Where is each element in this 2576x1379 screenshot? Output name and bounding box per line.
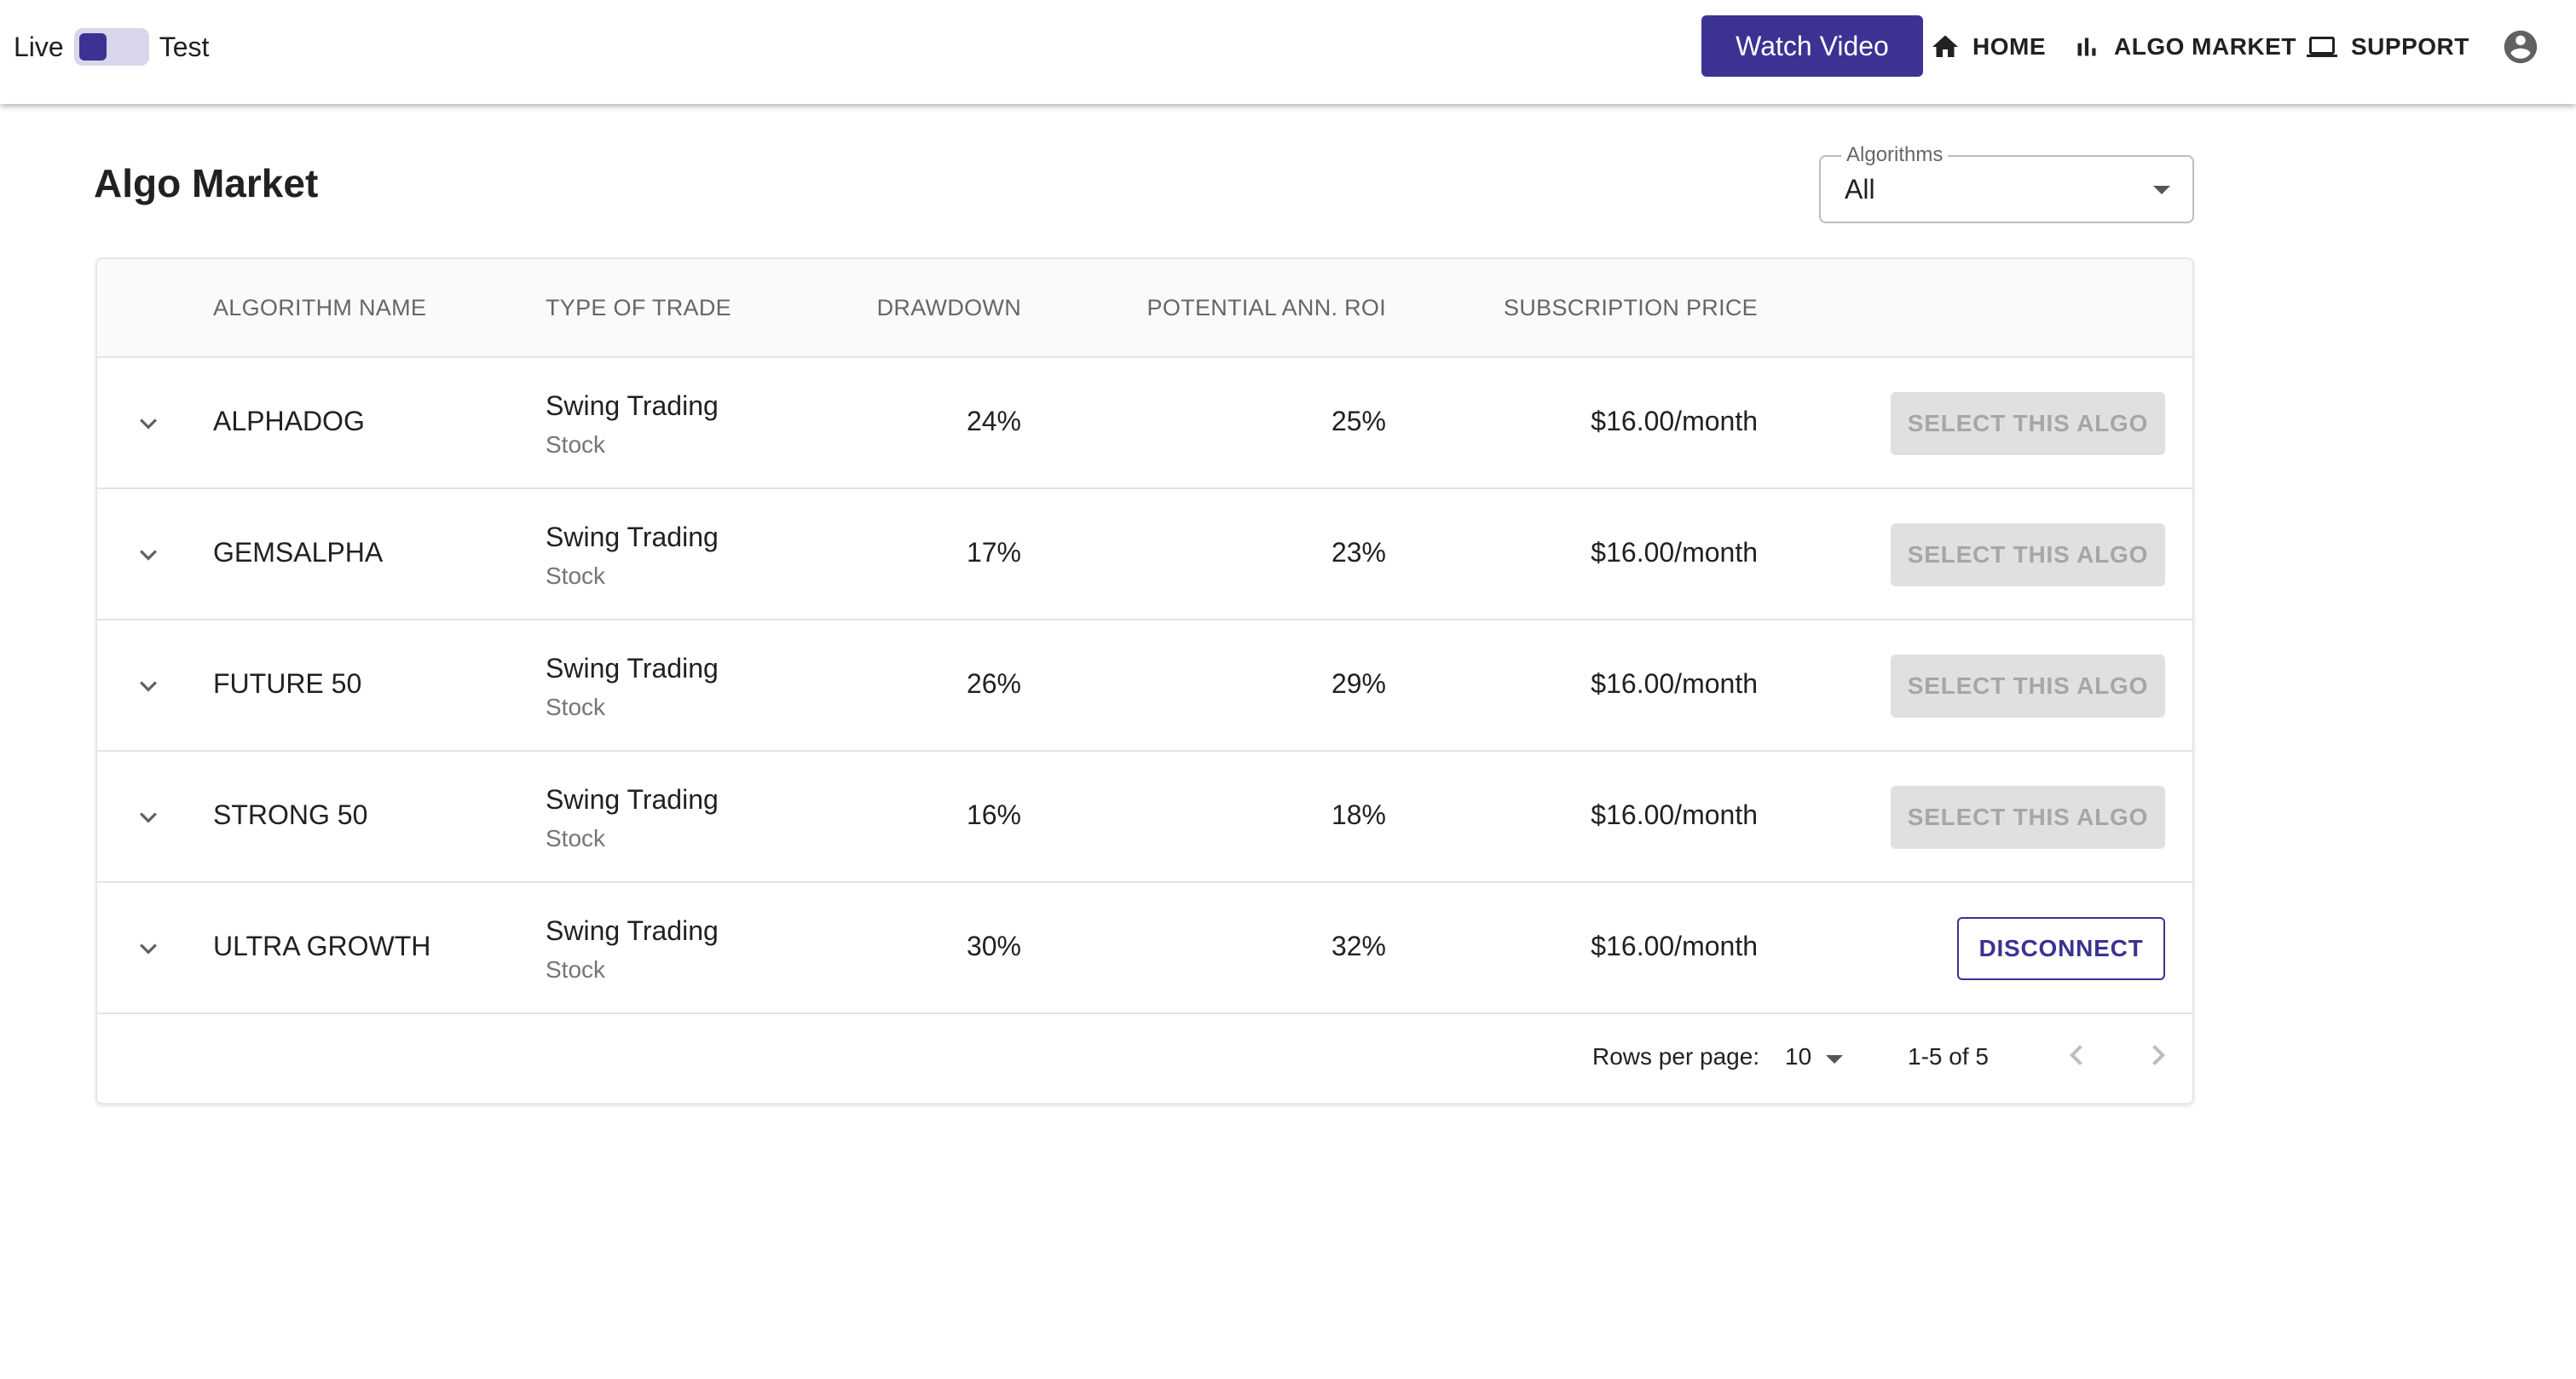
table-row: ULTRA GROWTH Swing Trading Stock 30% 32%… [97, 883, 2192, 1014]
nav-algo-market-label: ALGO MARKET [2114, 33, 2296, 60]
trade-type: Swing Trading [546, 784, 719, 815]
watch-video-button[interactable]: Watch Video [1701, 15, 1923, 77]
test-label: Test [159, 31, 210, 62]
table-header: ALGORITHM NAME TYPE OF TRADE DRAWDOWN PO… [97, 259, 2192, 358]
trade-type: Swing Trading [546, 915, 719, 946]
drawdown-value: 16% [966, 799, 1021, 830]
table-row: STRONG 50 Swing Trading Stock 16% 18% $1… [97, 752, 2192, 883]
drawdown-value: 24% [966, 406, 1021, 436]
nav-home[interactable]: HOME [1930, 26, 2046, 68]
algorithm-name: FUTURE 50 [213, 668, 362, 699]
account-circle-icon[interactable] [2501, 27, 2540, 66]
page-title: Algo Market [94, 161, 319, 205]
asset-class: Stock [546, 825, 606, 851]
roi-value: 23% [1331, 537, 1386, 568]
chevron-down-icon[interactable] [131, 538, 165, 572]
trade-type: Swing Trading [546, 390, 719, 421]
asset-class: Stock [546, 956, 606, 983]
algorithm-name: ULTRA GROWTH [213, 931, 431, 961]
chevron-down-icon[interactable] [131, 932, 165, 966]
chevron-down-icon[interactable] [131, 800, 165, 834]
asset-class: Stock [546, 563, 606, 589]
asset-class: Stock [546, 694, 606, 720]
trade-type: Swing Trading [546, 653, 719, 684]
nav-algo-market[interactable]: ALGO MARKET [2071, 26, 2296, 68]
dropdown-arrow-icon [2153, 186, 2170, 194]
table-row: FUTURE 50 Swing Trading Stock 26% 29% $1… [97, 620, 2192, 752]
table-pagination: Rows per page: 10 1-5 of 5 [97, 1014, 2192, 1103]
column-header-drawdown: DRAWDOWN [876, 295, 1021, 320]
subscription-price: $16.00/month [1591, 931, 1758, 961]
home-icon [1932, 35, 1958, 57]
nav-support-label: SUPPORT [2351, 33, 2469, 60]
drawdown-value: 30% [966, 931, 1021, 961]
roi-value: 29% [1331, 668, 1386, 699]
column-header-subscription-price: SUBSCRIPTION PRICE [1504, 295, 1758, 320]
laptop-icon [2307, 37, 2337, 57]
nav-support[interactable]: SUPPORT [2305, 26, 2469, 68]
algorithms-select-value: All [1845, 174, 1875, 205]
column-header-potential-roi: POTENTIAL ANN. ROI [1146, 295, 1386, 320]
subscription-price: $16.00/month [1591, 537, 1758, 568]
chevron-right-icon[interactable] [2138, 1035, 2179, 1076]
rows-per-page-label: Rows per page: [1592, 1043, 1760, 1070]
live-test-switch[interactable] [73, 28, 149, 66]
bar-chart-icon [2077, 38, 2096, 56]
select-algo-button[interactable]: SELECT THIS ALGO [1891, 655, 2165, 718]
dropdown-arrow-icon[interactable] [1826, 1055, 1843, 1064]
chevron-down-icon[interactable] [131, 407, 165, 441]
subscription-price: $16.00/month [1591, 406, 1758, 436]
live-label: Live [14, 31, 64, 62]
chevron-left-icon[interactable] [2056, 1035, 2097, 1076]
switch-thumb[interactable] [78, 33, 107, 61]
table-row: GEMSALPHA Swing Trading Stock 17% 23% $1… [97, 489, 2192, 620]
select-algo-button[interactable]: SELECT THIS ALGO [1891, 786, 2165, 849]
chevron-down-icon[interactable] [131, 669, 165, 703]
drawdown-value: 17% [966, 537, 1021, 568]
disconnect-button[interactable]: DISCONNECT [1957, 917, 2165, 980]
rows-per-page-select[interactable]: 10 [1785, 1043, 1811, 1070]
algorithm-name: ALPHADOG [213, 406, 365, 436]
nav-home-label: HOME [1972, 33, 2046, 60]
top-app-bar: Live Test Watch Video HOME ALGO MARKET S… [0, 0, 2576, 104]
algorithm-name: STRONG 50 [213, 799, 368, 830]
drawdown-value: 26% [966, 668, 1021, 699]
roi-value: 18% [1331, 799, 1386, 830]
column-header-algorithm-name: ALGORITHM NAME [213, 295, 427, 320]
subscription-price: $16.00/month [1591, 799, 1758, 830]
roi-value: 32% [1331, 931, 1386, 961]
asset-class: Stock [546, 431, 606, 458]
mode-toggle-group: Live Test [14, 27, 209, 66]
subscription-price: $16.00/month [1591, 668, 1758, 699]
table-row: ALPHADOG Swing Trading Stock 24% 25% $16… [97, 358, 2192, 489]
algorithms-select-label: Algorithms [1841, 143, 1949, 167]
trade-type: Swing Trading [546, 522, 719, 552]
algorithms-select[interactable]: Algorithms All [1819, 143, 2194, 223]
pagination-range: 1-5 of 5 [1908, 1043, 1989, 1070]
roi-value: 25% [1331, 406, 1386, 436]
algo-table-card: ALGORITHM NAME TYPE OF TRADE DRAWDOWN PO… [95, 257, 2194, 1105]
select-algo-button[interactable]: SELECT THIS ALGO [1891, 392, 2165, 455]
column-header-type-of-trade: TYPE OF TRADE [546, 295, 731, 320]
algorithm-name: GEMSALPHA [213, 537, 384, 568]
select-algo-button[interactable]: SELECT THIS ALGO [1891, 523, 2165, 586]
